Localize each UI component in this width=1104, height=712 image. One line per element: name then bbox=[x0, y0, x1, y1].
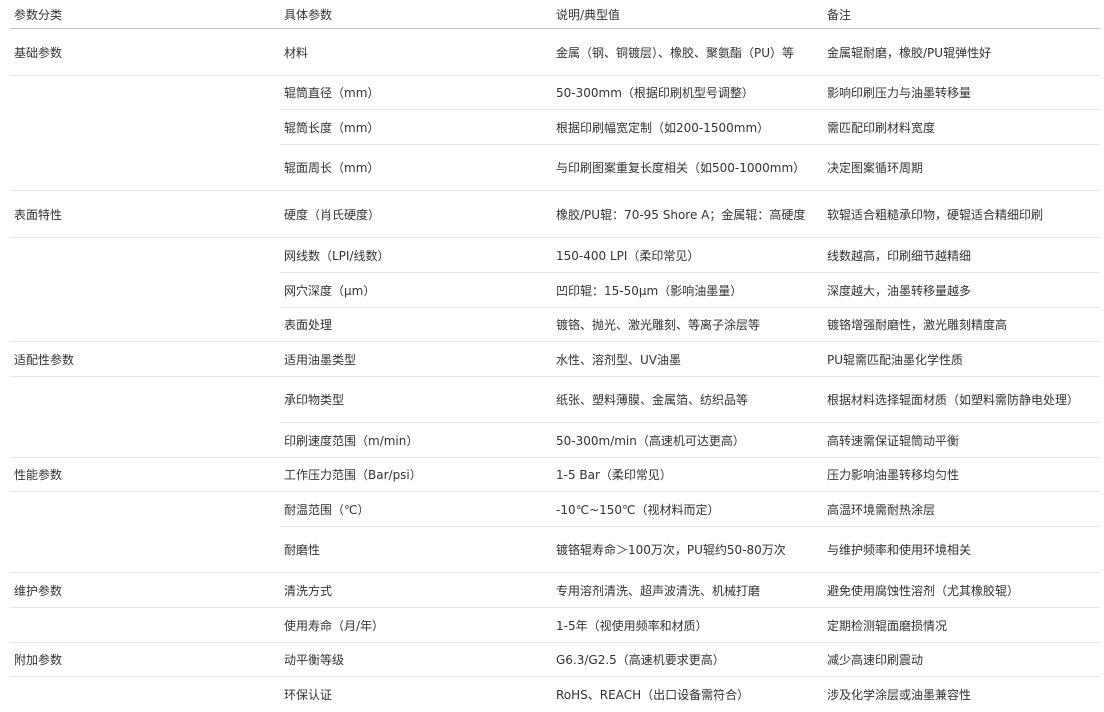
param-cell: 适用油墨类型 bbox=[280, 341, 552, 377]
table-row: 适配性参数 适用油墨类型 水性、溶剂型、UV油墨 PU辊需匹配油墨化学性质 bbox=[10, 341, 1100, 377]
note-cell: 高温环境需耐热涂层 bbox=[823, 491, 1100, 527]
category-cell bbox=[10, 607, 280, 643]
param-cell: 表面处理 bbox=[280, 307, 552, 342]
param-cell: 环保认证 bbox=[284, 687, 333, 702]
table-row: 使用寿命（月/年） 1-5年（视使用频率和材质） 定期检测辊面磨损情况 bbox=[10, 607, 1100, 643]
note-cell: 高转速需保证辊筒动平衡 bbox=[823, 422, 1100, 458]
note-cell: 金属辊耐磨，橡胶/PU辊弹性好 bbox=[823, 28, 1100, 76]
description-cell: -10℃~150℃（视材料而定） bbox=[552, 491, 823, 527]
table-row: 耐磨性 镀铬辊寿命＞100万次，PU辊约50-80万次 与维护频率和使用环境相关 bbox=[10, 526, 1100, 573]
table-row: 辊面周长（mm） 与印刷图案重复长度相关（如500-1000mm） 决定图案循环… bbox=[10, 144, 1100, 191]
table-row: 环保认证 RoHS、REACH（出口设备需符合） 涉及化学涂层或油墨兼容性 bbox=[10, 677, 1100, 712]
table-row: 基础参数 材料 金属（钢、铜镀层）、橡胶、聚氨酯（PU）等 金属辊耐磨，橡胶/P… bbox=[10, 28, 1100, 76]
note-cell: 与维护频率和使用环境相关 bbox=[823, 526, 1100, 573]
param-cell: 网穴深度（μm） bbox=[280, 272, 552, 308]
description-cell: 金属（钢、铜镀层）、橡胶、聚氨酯（PU）等 bbox=[552, 28, 823, 76]
param-cell: 辊筒长度（mm） bbox=[280, 109, 552, 145]
category-cell bbox=[10, 422, 280, 458]
category-cell: 表面特性 bbox=[10, 190, 280, 238]
table-row: 表面处理 镀铬、抛光、激光雕刻、等离子涂层等 镀铬增强耐磨性，激光雕刻精度高 bbox=[10, 307, 1100, 342]
category-cell: 基础参数 bbox=[10, 28, 280, 76]
header-category: 参数分类 bbox=[10, 0, 280, 29]
note-cell: 深度越大，油墨转移量越多 bbox=[823, 272, 1100, 308]
note-cell: 根据材料选择辊面材质（如塑料需防静电处理） bbox=[823, 376, 1100, 423]
header-description: 说明/典型值 bbox=[552, 0, 823, 29]
param-cell: 材料 bbox=[280, 28, 552, 76]
note-cell: 决定图案循环周期 bbox=[823, 144, 1100, 191]
note-cell: 需匹配印刷材料宽度 bbox=[823, 109, 1100, 145]
note-cell: 线数越高，印刷细节越精细 bbox=[823, 237, 1100, 273]
note-cell: 镀铬增强耐磨性，激光雕刻精度高 bbox=[823, 307, 1100, 342]
description-cell: 镀铬、抛光、激光雕刻、等离子涂层等 bbox=[552, 307, 823, 342]
note-cell: PU辊需匹配油墨化学性质 bbox=[823, 341, 1100, 377]
category-cell: 附加参数 bbox=[10, 642, 280, 677]
table-row: 附加参数 动平衡等级 G6.3/G2.5（高速机要求更高） 减少高速印刷震动 bbox=[10, 642, 1100, 677]
table-body: 基础参数 材料 金属（钢、铜镀层）、橡胶、聚氨酯（PU）等 金属辊耐磨，橡胶/P… bbox=[10, 28, 1100, 712]
note-cell: 影响印刷压力与油墨转移量 bbox=[823, 75, 1100, 110]
note-cell: 软辊适合粗糙承印物，硬辊适合精细印刷 bbox=[823, 190, 1100, 238]
table-row: 耐温范围（℃） -10℃~150℃（视材料而定） 高温环境需耐热涂层 bbox=[10, 491, 1100, 527]
header-param: 具体参数 bbox=[280, 0, 552, 29]
note-cell: 减少高速印刷震动 bbox=[823, 642, 1100, 677]
header-row: 参数分类 具体参数 说明/典型值 备注 bbox=[10, 0, 1100, 29]
description-cell: 根据印刷幅宽定制（如200-1500mm） bbox=[552, 109, 823, 145]
param-cell: 耐温范围（℃） bbox=[280, 491, 552, 527]
category-cell bbox=[10, 377, 280, 423]
category-cell bbox=[10, 273, 280, 308]
param-cell: 印刷速度范围（m/min） bbox=[280, 422, 552, 458]
table-row: 辊筒直径（mm） 50-300mm（根据印刷机型号调整） 影响印刷压力与油墨转移… bbox=[10, 75, 1100, 110]
category-cell bbox=[10, 144, 280, 191]
description-cell: 50-300mm（根据印刷机型号调整） bbox=[552, 75, 823, 110]
description-cell: 橡胶/PU辊：70-95 Shore A；金属辊：高硬度 bbox=[552, 190, 823, 238]
param-cell: 动平衡等级 bbox=[280, 642, 552, 677]
param-cell: 硬度（肖氏硬度） bbox=[280, 190, 552, 238]
description-cell: 1-5年（视使用频率和材质） bbox=[552, 607, 823, 643]
param-cell: 清洗方式 bbox=[280, 572, 552, 608]
description-cell: 与印刷图案重复长度相关（如500-1000mm） bbox=[552, 144, 823, 191]
param-cell: 使用寿命（月/年） bbox=[280, 607, 552, 643]
description-cell: 150-400 LPI（柔印常见） bbox=[552, 237, 823, 273]
description-cell: 水性、溶剂型、UV油墨 bbox=[552, 341, 823, 377]
category-cell bbox=[10, 110, 280, 145]
description-cell: 纸张、塑料薄膜、金属箔、纺织品等 bbox=[552, 376, 823, 423]
description-cell: RoHS、REACH（出口设备需符合） bbox=[556, 687, 750, 702]
category-cell bbox=[10, 677, 280, 712]
description-cell: G6.3/G2.5（高速机要求更高） bbox=[552, 642, 823, 677]
note-cell: 定期检测辊面磨损情况 bbox=[823, 607, 1100, 643]
table-row: 表面特性 硬度（肖氏硬度） 橡胶/PU辊：70-95 Shore A；金属辊：高… bbox=[10, 190, 1100, 238]
table-row: 网穴深度（μm） 凹印辊：15-50μm（影响油墨量） 深度越大，油墨转移量越多 bbox=[10, 272, 1100, 308]
category-cell bbox=[10, 76, 280, 110]
note-cell: 避免使用腐蚀性溶剂（尤其橡胶辊） bbox=[823, 572, 1100, 608]
description-cell: 1-5 Bar（柔印常见） bbox=[552, 457, 823, 492]
param-cell: 承印物类型 bbox=[280, 376, 552, 423]
category-cell bbox=[10, 307, 280, 342]
description-cell: 镀铬辊寿命＞100万次，PU辊约50-80万次 bbox=[552, 526, 823, 573]
header-note: 备注 bbox=[823, 0, 1100, 29]
category-cell: 维护参数 bbox=[10, 572, 280, 608]
param-cell: 网线数（LPI/线数） bbox=[280, 237, 552, 273]
category-cell: 适配性参数 bbox=[10, 341, 280, 377]
category-cell bbox=[10, 492, 280, 527]
param-cell: 辊筒直径（mm） bbox=[280, 75, 552, 110]
table-row: 印刷速度范围（m/min） 50-300m/min（高速机可达更高） 高转速需保… bbox=[10, 422, 1100, 458]
param-cell: 辊面周长（mm） bbox=[280, 144, 552, 191]
table-header: 参数分类 具体参数 说明/典型值 备注 bbox=[10, 0, 1100, 29]
description-cell: 50-300m/min（高速机可达更高） bbox=[552, 422, 823, 458]
category-cell bbox=[10, 238, 280, 273]
category-cell bbox=[10, 526, 280, 573]
table-row: 维护参数 清洗方式 专用溶剂清洗、超声波清洗、机械打磨 避免使用腐蚀性溶剂（尤其… bbox=[10, 572, 1100, 608]
note-cell: 压力影响油墨转移均匀性 bbox=[823, 457, 1100, 492]
description-cell: 凹印辊：15-50μm（影响油墨量） bbox=[552, 272, 823, 308]
table-row: 承印物类型 纸张、塑料薄膜、金属箔、纺织品等 根据材料选择辊面材质（如塑料需防静… bbox=[10, 376, 1100, 423]
param-cell: 耐磨性 bbox=[280, 526, 552, 573]
parameter-table: 参数分类 具体参数 说明/典型值 备注 基础参数 材料 金属（钢、铜镀层）、橡胶… bbox=[10, 0, 1100, 712]
category-cell: 性能参数 bbox=[10, 457, 280, 492]
table-row: 性能参数 工作压力范围（Bar/psi） 1-5 Bar（柔印常见） 压力影响油… bbox=[10, 457, 1100, 492]
param-cell: 工作压力范围（Bar/psi） bbox=[280, 457, 552, 492]
table-row: 网线数（LPI/线数） 150-400 LPI（柔印常见） 线数越高，印刷细节越… bbox=[10, 237, 1100, 273]
description-cell: 专用溶剂清洗、超声波清洗、机械打磨 bbox=[552, 572, 823, 608]
note-cell: 涉及化学涂层或油墨兼容性 bbox=[827, 687, 972, 702]
table-row: 辊筒长度（mm） 根据印刷幅宽定制（如200-1500mm） 需匹配印刷材料宽度 bbox=[10, 109, 1100, 145]
